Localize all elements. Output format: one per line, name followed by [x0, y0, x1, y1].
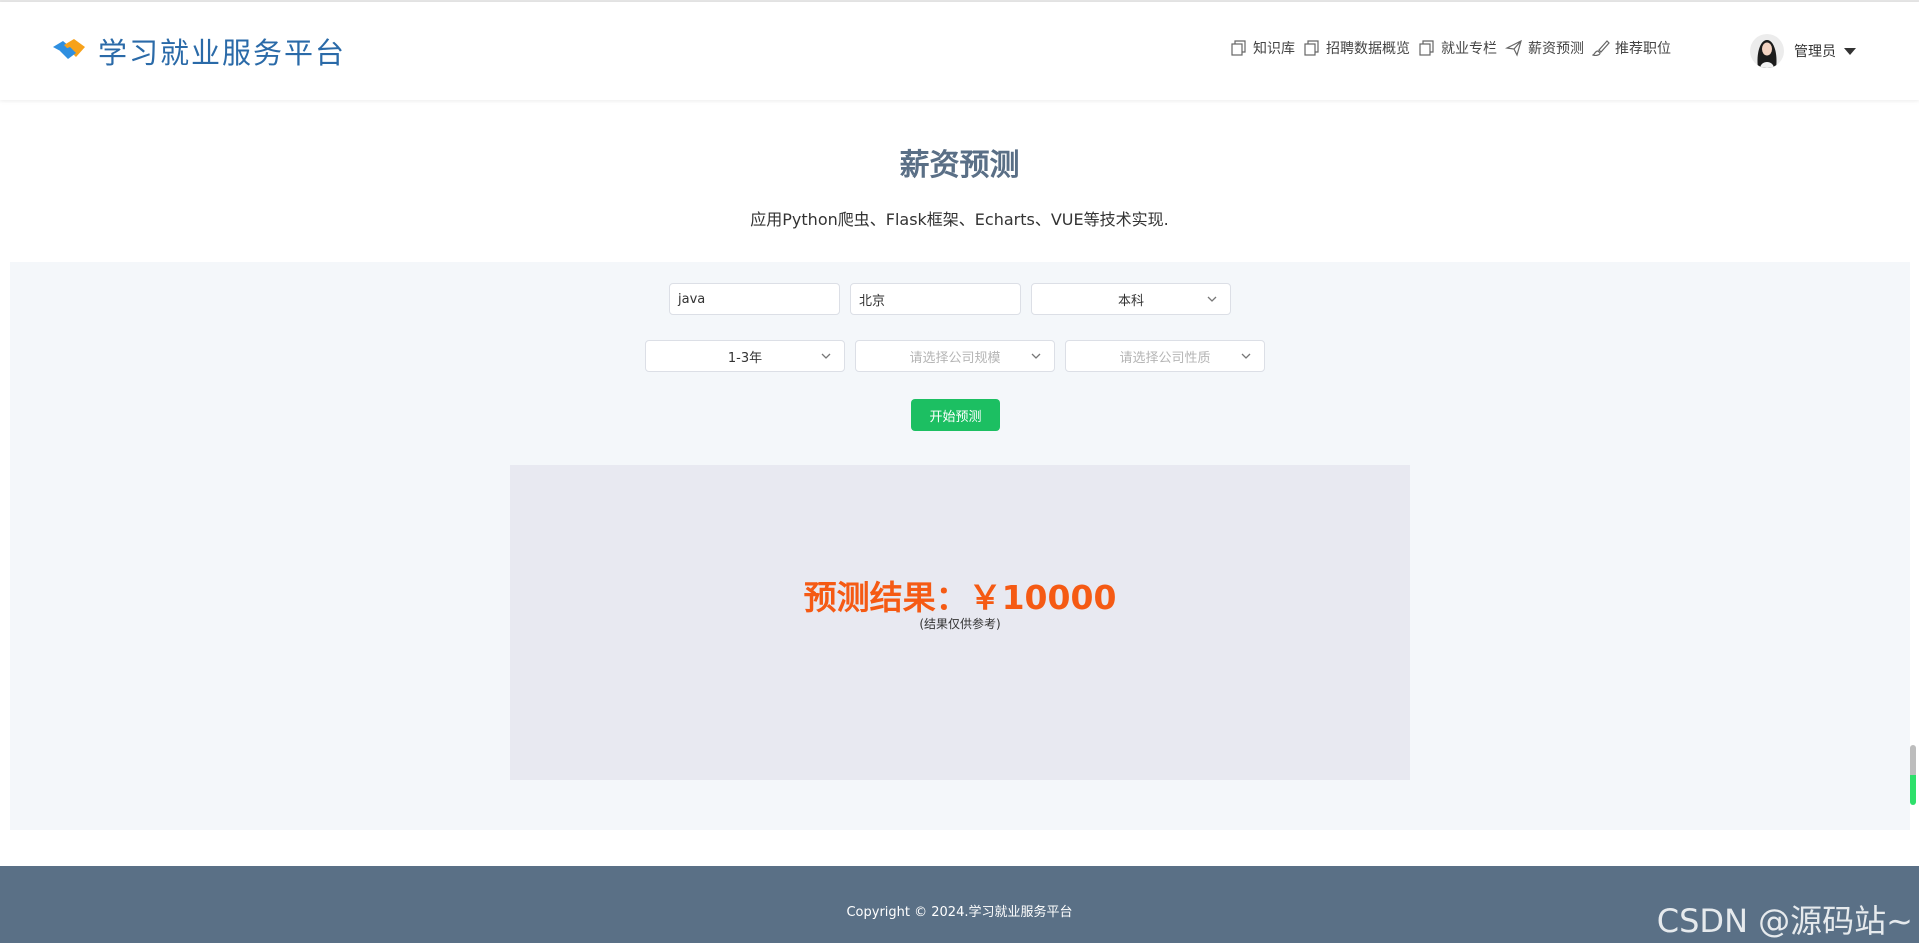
nav-item-employment-column[interactable]: 就业专栏 [1418, 38, 1497, 58]
copyright: Copyright © 2024.学习就业服务平台 [846, 905, 1073, 920]
copy-icon [1419, 40, 1434, 56]
education-select[interactable]: 本科 [1031, 283, 1231, 315]
company-type-select[interactable]: 请选择公司性质 [1065, 340, 1265, 372]
education-select-value: 本科 [1117, 293, 1144, 309]
nav-label: 就业专栏 [1441, 41, 1497, 57]
chevron-down-icon [821, 353, 831, 359]
company-type-placeholder: 请选择公司性质 [1119, 350, 1211, 366]
result-box: 预测结果：￥10000 (结果仅供参考) [510, 465, 1410, 780]
page-title: 薪资预测 [899, 148, 1020, 183]
nav-item-knowledge[interactable]: 知识库 [1230, 38, 1295, 58]
user-menu[interactable]: 管理员 [1750, 34, 1856, 68]
result-note: (结果仅供参考) [919, 617, 1001, 631]
user-name: 管理员 [1794, 44, 1836, 60]
footer: Copyright © 2024.学习就业服务平台 CSDN @源码站~ [0, 866, 1919, 943]
send-icon [1505, 39, 1522, 57]
chevron-down-icon [1207, 296, 1217, 302]
start-prediction-button[interactable]: 开始预测 [911, 399, 1000, 431]
company-size-select[interactable]: 请选择公司规模 [855, 340, 1055, 372]
scrollbar-thumb[interactable] [1910, 745, 1916, 805]
nav-item-recruit-overview[interactable]: 招聘数据概览 [1303, 38, 1410, 58]
caret-down-icon [1844, 47, 1856, 55]
handshake-logo-icon [50, 35, 88, 67]
city-input-value: 北京 [859, 293, 886, 309]
job-input-value: java [678, 291, 706, 307]
nav-label: 招聘数据概览 [1326, 41, 1410, 57]
city-input[interactable]: 北京 [850, 283, 1021, 315]
copy-icon [1231, 40, 1246, 56]
nav-label: 知识库 [1253, 41, 1295, 57]
experience-select-value: 1-3年 [727, 350, 763, 366]
brush-icon [1592, 40, 1610, 56]
brand[interactable]: 学习就业服务平台 [50, 30, 346, 72]
company-size-placeholder: 请选择公司规模 [909, 350, 1001, 366]
nav-item-salary-prediction[interactable]: 薪资预测 [1505, 38, 1584, 58]
page-subtitle: 应用Python爬虫、Flask框架、Echarts、VUE等技术实现. [750, 210, 1169, 229]
result-value: 预测结果：￥10000 [803, 578, 1117, 617]
chevron-down-icon [1241, 353, 1251, 359]
main-nav: 知识库 招聘数据概览 就业专栏 薪资预测 推荐职位 [1230, 38, 1679, 58]
watermark: CSDN @源码站~ [1656, 902, 1913, 940]
nav-label: 薪资预测 [1528, 41, 1584, 57]
nav-label: 推荐职位 [1615, 41, 1671, 57]
brand-name: 学习就业服务平台 [98, 36, 347, 70]
avatar [1750, 34, 1784, 68]
nav-item-recommended-jobs[interactable]: 推荐职位 [1592, 38, 1671, 58]
top-header: 学习就业服务平台 知识库 招聘数据概览 就业专栏 薪资预测 推荐职位 管理员 [0, 2, 1919, 100]
experience-select[interactable]: 1-3年 [645, 340, 845, 372]
chevron-down-icon [1031, 353, 1041, 359]
job-input[interactable]: java [669, 283, 840, 315]
copy-icon [1304, 40, 1319, 56]
